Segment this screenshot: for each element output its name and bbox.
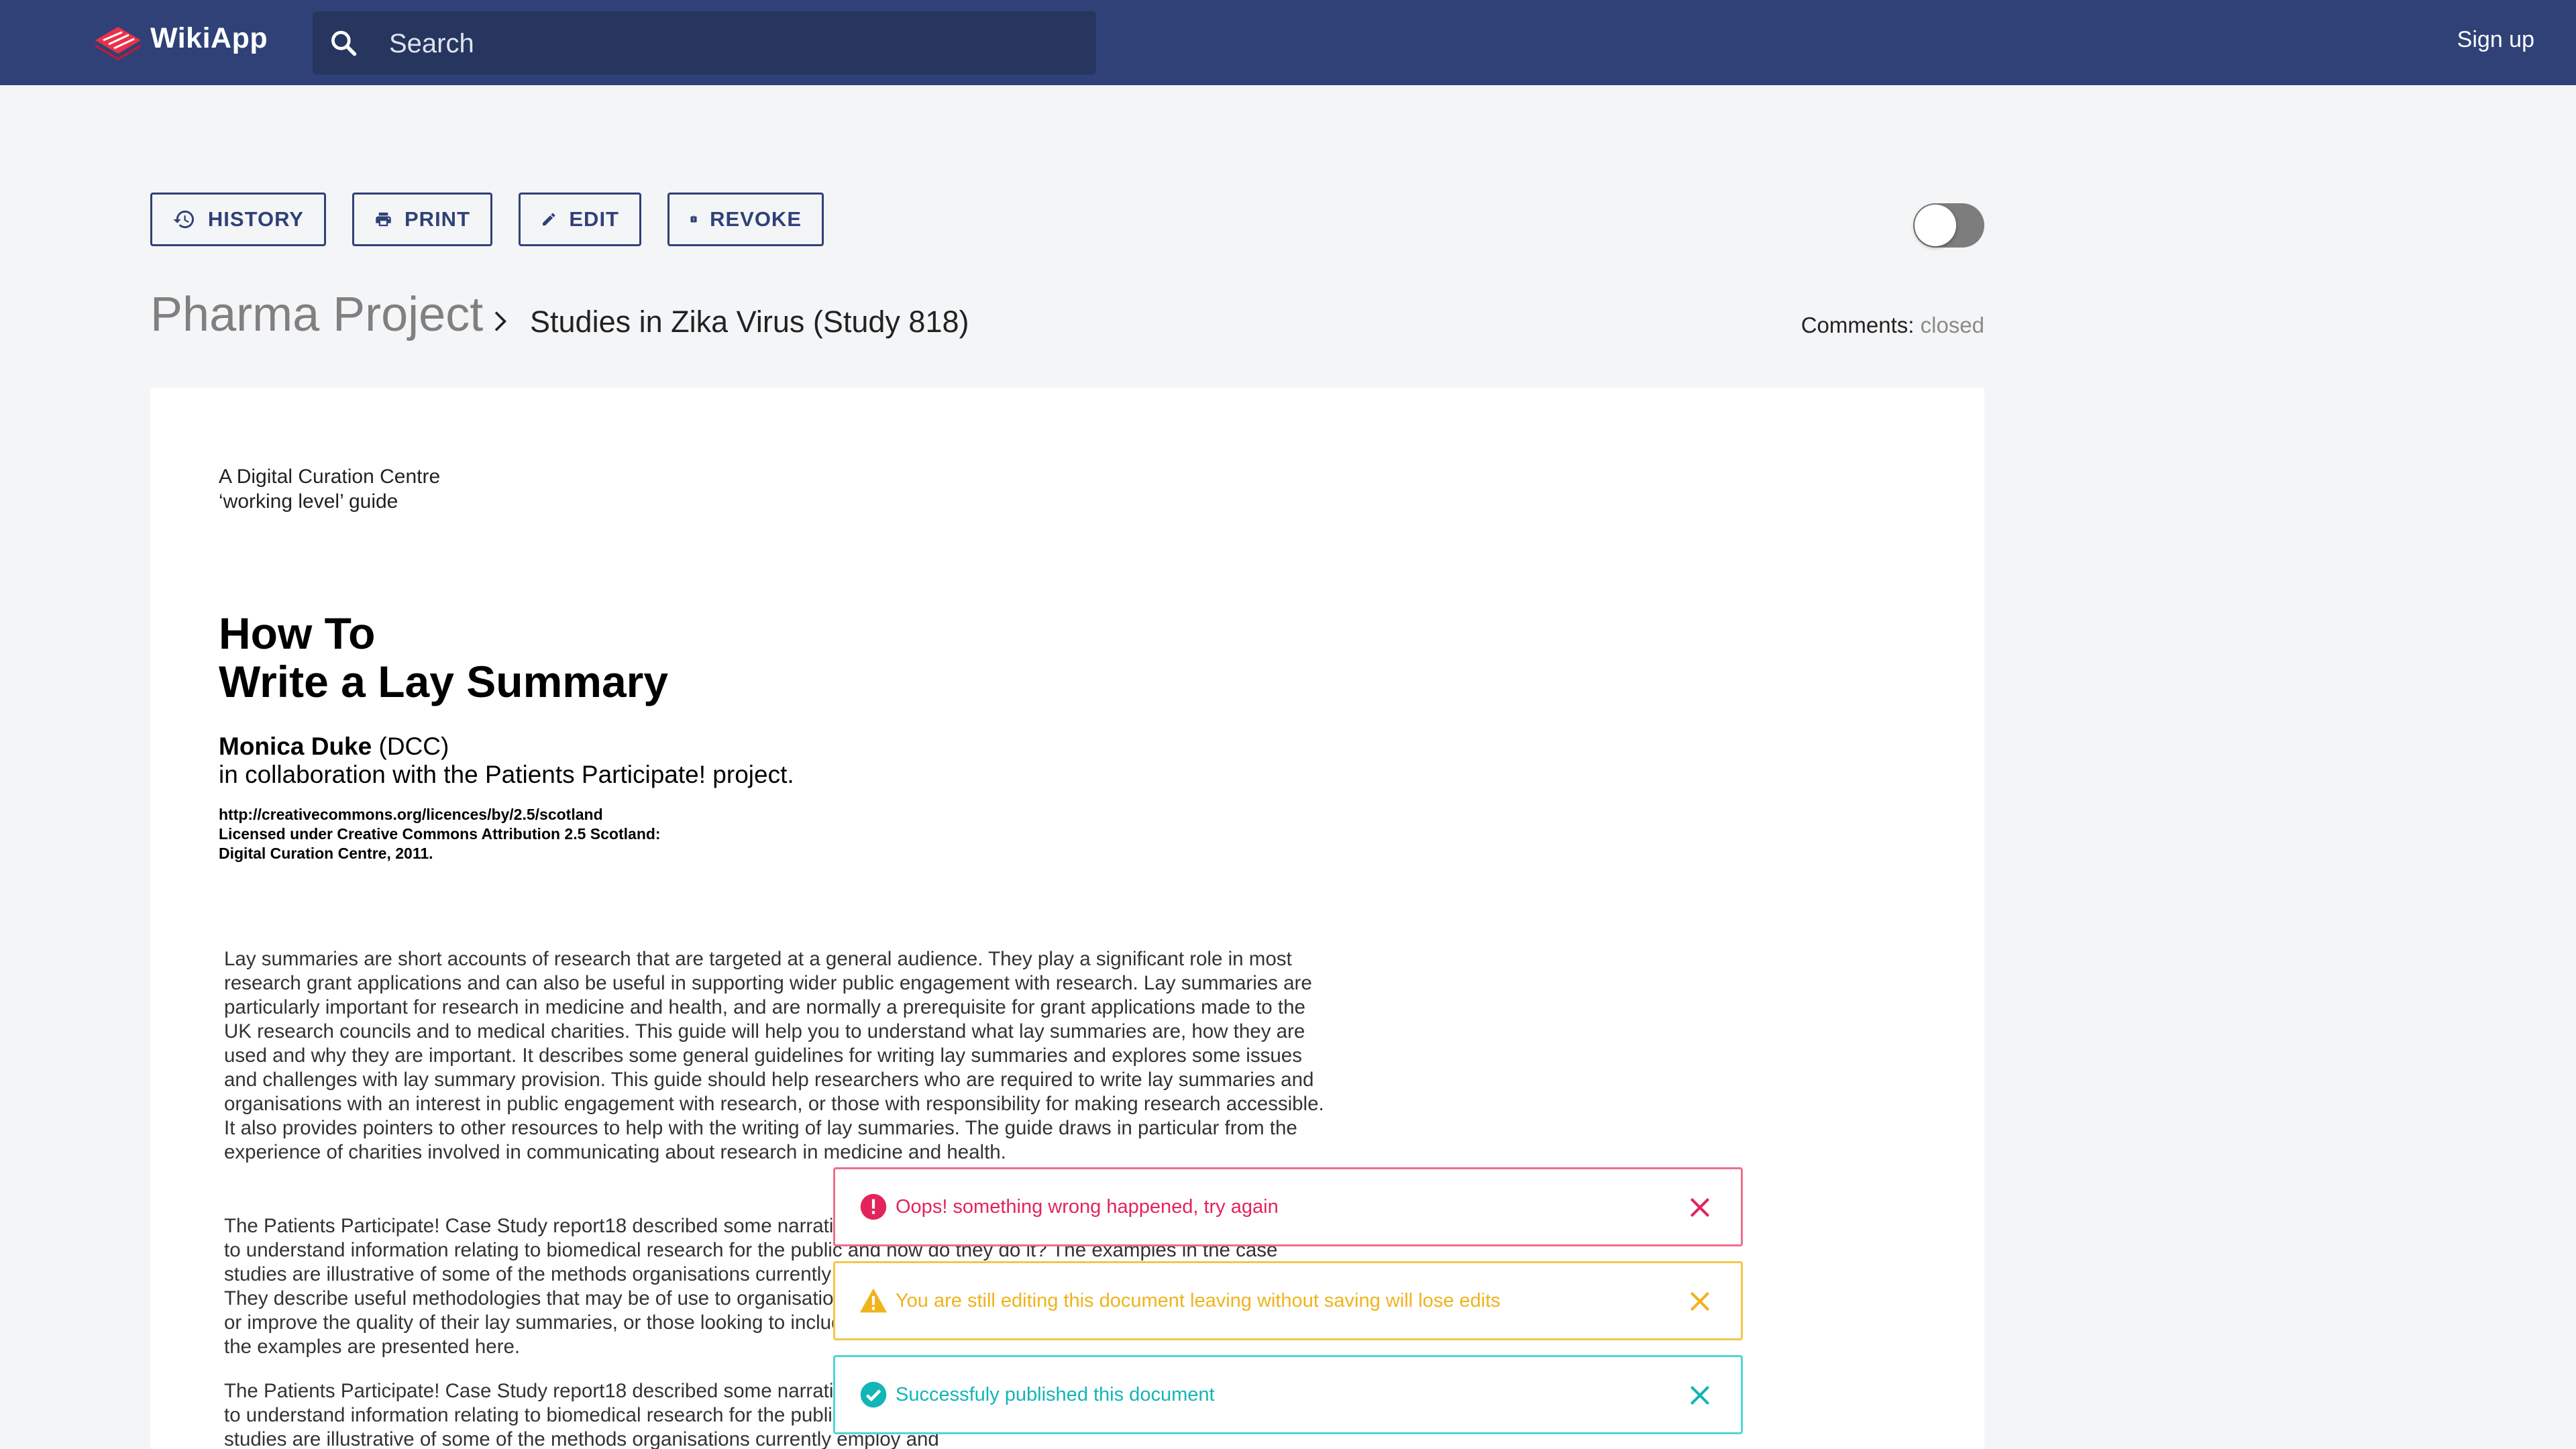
search-icon xyxy=(331,31,357,56)
check-circle-icon xyxy=(860,1381,887,1408)
chevron-right-icon xyxy=(494,311,506,331)
edit-label: EDIT xyxy=(569,207,619,231)
comments-label: Comments: xyxy=(1801,313,1915,337)
error-circle-icon xyxy=(860,1193,887,1220)
error-toast: Oops! something wrong happened, try agai… xyxy=(833,1167,1743,1246)
clipboard-alert-icon xyxy=(690,215,697,223)
body-paragraph: Lay summaries are short accounts of rese… xyxy=(224,948,1324,1163)
wikiapp-logo-icon[interactable] xyxy=(93,24,144,60)
guide-line-1: A Digital Curation Centre xyxy=(219,466,441,488)
warning-toast-message: You are still editing this document leav… xyxy=(896,1289,1501,1311)
breadcrumb-current: Studies in Zika Virus (Study 818) xyxy=(530,305,969,339)
success-toast-message: Successfuly published this document xyxy=(896,1383,1215,1405)
license-text: Licensed under Creative Commons Attribut… xyxy=(219,825,661,843)
collaboration-line: in collaboration with the Patients Parti… xyxy=(219,761,794,788)
edit-button[interactable]: EDIT xyxy=(519,193,641,246)
print-label: PRINT xyxy=(405,207,470,231)
close-icon[interactable] xyxy=(1687,1289,1713,1314)
search-input[interactable] xyxy=(388,25,1075,62)
signup-link[interactable]: Sign up xyxy=(2457,27,2534,53)
guide-line-2: ‘working level’ guide xyxy=(219,490,398,513)
printer-icon xyxy=(376,212,391,227)
document-title: How To Write a Lay Summary xyxy=(219,609,1829,706)
title-line-1: How To xyxy=(219,608,376,658)
pencil-icon xyxy=(543,213,555,226)
search-bar[interactable] xyxy=(313,11,1096,74)
close-icon[interactable] xyxy=(1687,1195,1713,1220)
error-toast-message: Oops! something wrong happened, try agai… xyxy=(896,1195,1279,1218)
author-org: (DCC) xyxy=(378,733,449,760)
success-toast: Successfuly published this document xyxy=(833,1355,1743,1434)
license-url: http://creativecommons.org/licences/by/2… xyxy=(219,806,603,823)
comments-status: Comments: closed xyxy=(1801,313,1984,338)
print-button[interactable]: PRINT xyxy=(352,193,492,246)
history-label: HISTORY xyxy=(207,207,304,231)
history-button[interactable]: HISTORY xyxy=(150,193,326,246)
close-icon[interactable] xyxy=(1687,1383,1713,1408)
document-header: A Digital Curation Centre ‘working level… xyxy=(219,464,1829,863)
revoke-button[interactable]: REVOKE xyxy=(667,193,824,246)
history-icon xyxy=(173,210,194,229)
license-holder: Digital Curation Centre, 2011. xyxy=(219,845,433,862)
top-bar: WikiApp Sign up xyxy=(0,0,2576,85)
license-block: http://creativecommons.org/licences/by/2… xyxy=(219,805,1829,863)
comments-value: closed xyxy=(1920,313,1984,337)
warning-triangle-icon xyxy=(859,1288,888,1313)
author-name: Monica Duke xyxy=(219,733,372,760)
toggle-knob[interactable] xyxy=(1915,205,1956,246)
app-name[interactable]: WikiApp xyxy=(150,22,268,55)
warning-toast: You are still editing this document leav… xyxy=(833,1261,1743,1340)
title-line-2: Write a Lay Summary xyxy=(219,657,669,706)
view-toggle[interactable] xyxy=(1913,203,1984,248)
revoke-label: REVOKE xyxy=(710,207,802,231)
author-line: Monica Duke (DCC) xyxy=(219,733,1829,761)
breadcrumb-root[interactable]: Pharma Project xyxy=(150,287,483,342)
